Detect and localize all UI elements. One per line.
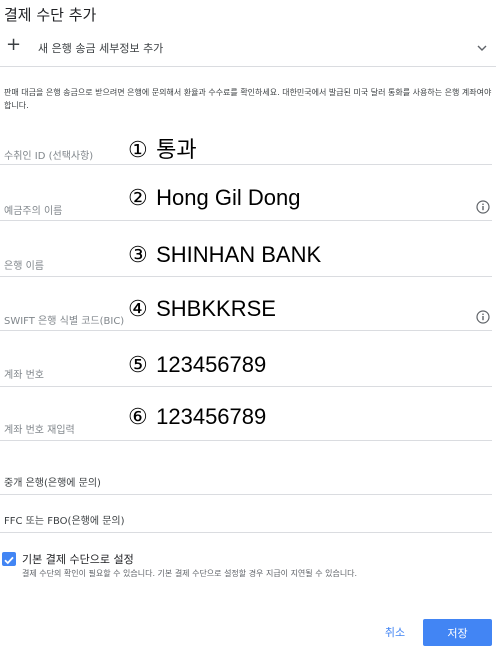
- account-number-field[interactable]: 계좌 번호 ⑤ 123456789: [0, 342, 492, 387]
- account-number-confirm-text: 123456789: [156, 404, 267, 429]
- bank-transfer-description: 판매 대금을 은행 송금으로 받으려면 은행에 문의해서 환율과 수수료를 확인…: [4, 88, 492, 110]
- swift-code-value: ④ SHBKKRSE: [128, 296, 276, 322]
- field-marker: ④: [128, 296, 148, 321]
- info-icon[interactable]: [476, 200, 490, 214]
- default-payment-method-row: 기본 결제 수단으로 설정 결제 수단의 확인이 필요할 수 있습니다. 기본 …: [2, 550, 494, 586]
- checkmark-icon: [4, 556, 14, 565]
- swift-code-text: SHBKKRSE: [156, 296, 276, 321]
- bank-name-value: ③ SHINHAN BANK: [128, 242, 321, 268]
- bank-name-field[interactable]: 은행 이름 ③ SHINHAN BANK: [0, 232, 492, 277]
- field-marker: ②: [128, 185, 148, 210]
- field-marker: ⑤: [128, 352, 148, 377]
- ffc-fbo-field[interactable]: FFC 또는 FBO(은행에 문의): [0, 502, 492, 533]
- plus-icon: +: [6, 34, 22, 55]
- chevron-down-icon[interactable]: [476, 42, 488, 54]
- account-holder-name-text: Hong Gil Dong: [156, 185, 301, 210]
- account-holder-name-value: ② Hong Gil Dong: [128, 185, 300, 211]
- recipient-id-text: 통과: [156, 137, 197, 162]
- dialog-title: 결제 수단 추가: [4, 6, 97, 24]
- account-number-confirm-label: 계좌 번호 재입력: [4, 425, 75, 436]
- account-number-label: 계좌 번호: [4, 370, 44, 381]
- account-number-confirm-value: ⑥ 123456789: [128, 404, 266, 430]
- account-holder-name-label: 예금주의 이름: [4, 206, 63, 217]
- save-button[interactable]: 저장: [423, 619, 492, 646]
- cancel-button[interactable]: 취소: [372, 618, 418, 646]
- field-marker: ③: [128, 242, 148, 267]
- field-marker: ⑥: [128, 404, 148, 429]
- account-number-confirm-field[interactable]: 계좌 번호 재입력 ⑥ 123456789: [0, 396, 492, 441]
- intermediary-bank-field[interactable]: 중개 은행(은행에 문의): [0, 464, 492, 495]
- account-number-text: 123456789: [156, 352, 267, 377]
- account-holder-name-field[interactable]: 예금주의 이름 ② Hong Gil Dong: [0, 176, 492, 221]
- default-payment-method-label: 기본 결제 수단으로 설정: [22, 553, 134, 566]
- add-payment-method-dialog: 결제 수단 추가 + 새 은행 송금 세부정보 추가 판매 대금을 은행 송금으…: [0, 0, 504, 656]
- account-number-value: ⑤ 123456789: [128, 352, 266, 378]
- bank-name-text: SHINHAN BANK: [156, 242, 322, 267]
- default-payment-method-note: 결제 수단의 확인이 필요할 수 있습니다. 기본 결제 수단으로 설정할 경우…: [22, 569, 358, 578]
- add-bank-transfer-label: 새 은행 송금 세부정보 추가: [38, 42, 164, 55]
- bank-name-label: 은행 이름: [4, 261, 44, 272]
- intermediary-bank-label: 중개 은행(은행에 문의): [4, 478, 101, 489]
- info-icon[interactable]: [476, 310, 490, 324]
- recipient-id-field[interactable]: 수취인 ID (선택사항) ① 통과: [0, 120, 492, 165]
- add-bank-transfer-row[interactable]: + 새 은행 송금 세부정보 추가: [0, 32, 496, 67]
- ffc-fbo-label: FFC 또는 FBO(은행에 문의): [4, 516, 125, 527]
- recipient-id-value: ① 통과: [128, 132, 197, 164]
- swift-code-label: SWIFT 은행 식별 코드(BIC): [4, 316, 125, 327]
- swift-code-field[interactable]: SWIFT 은행 식별 코드(BIC) ④ SHBKKRSE: [0, 286, 492, 331]
- default-payment-method-checkbox[interactable]: [2, 552, 16, 566]
- recipient-id-label: 수취인 ID (선택사항): [4, 151, 94, 162]
- field-marker: ①: [128, 137, 148, 162]
